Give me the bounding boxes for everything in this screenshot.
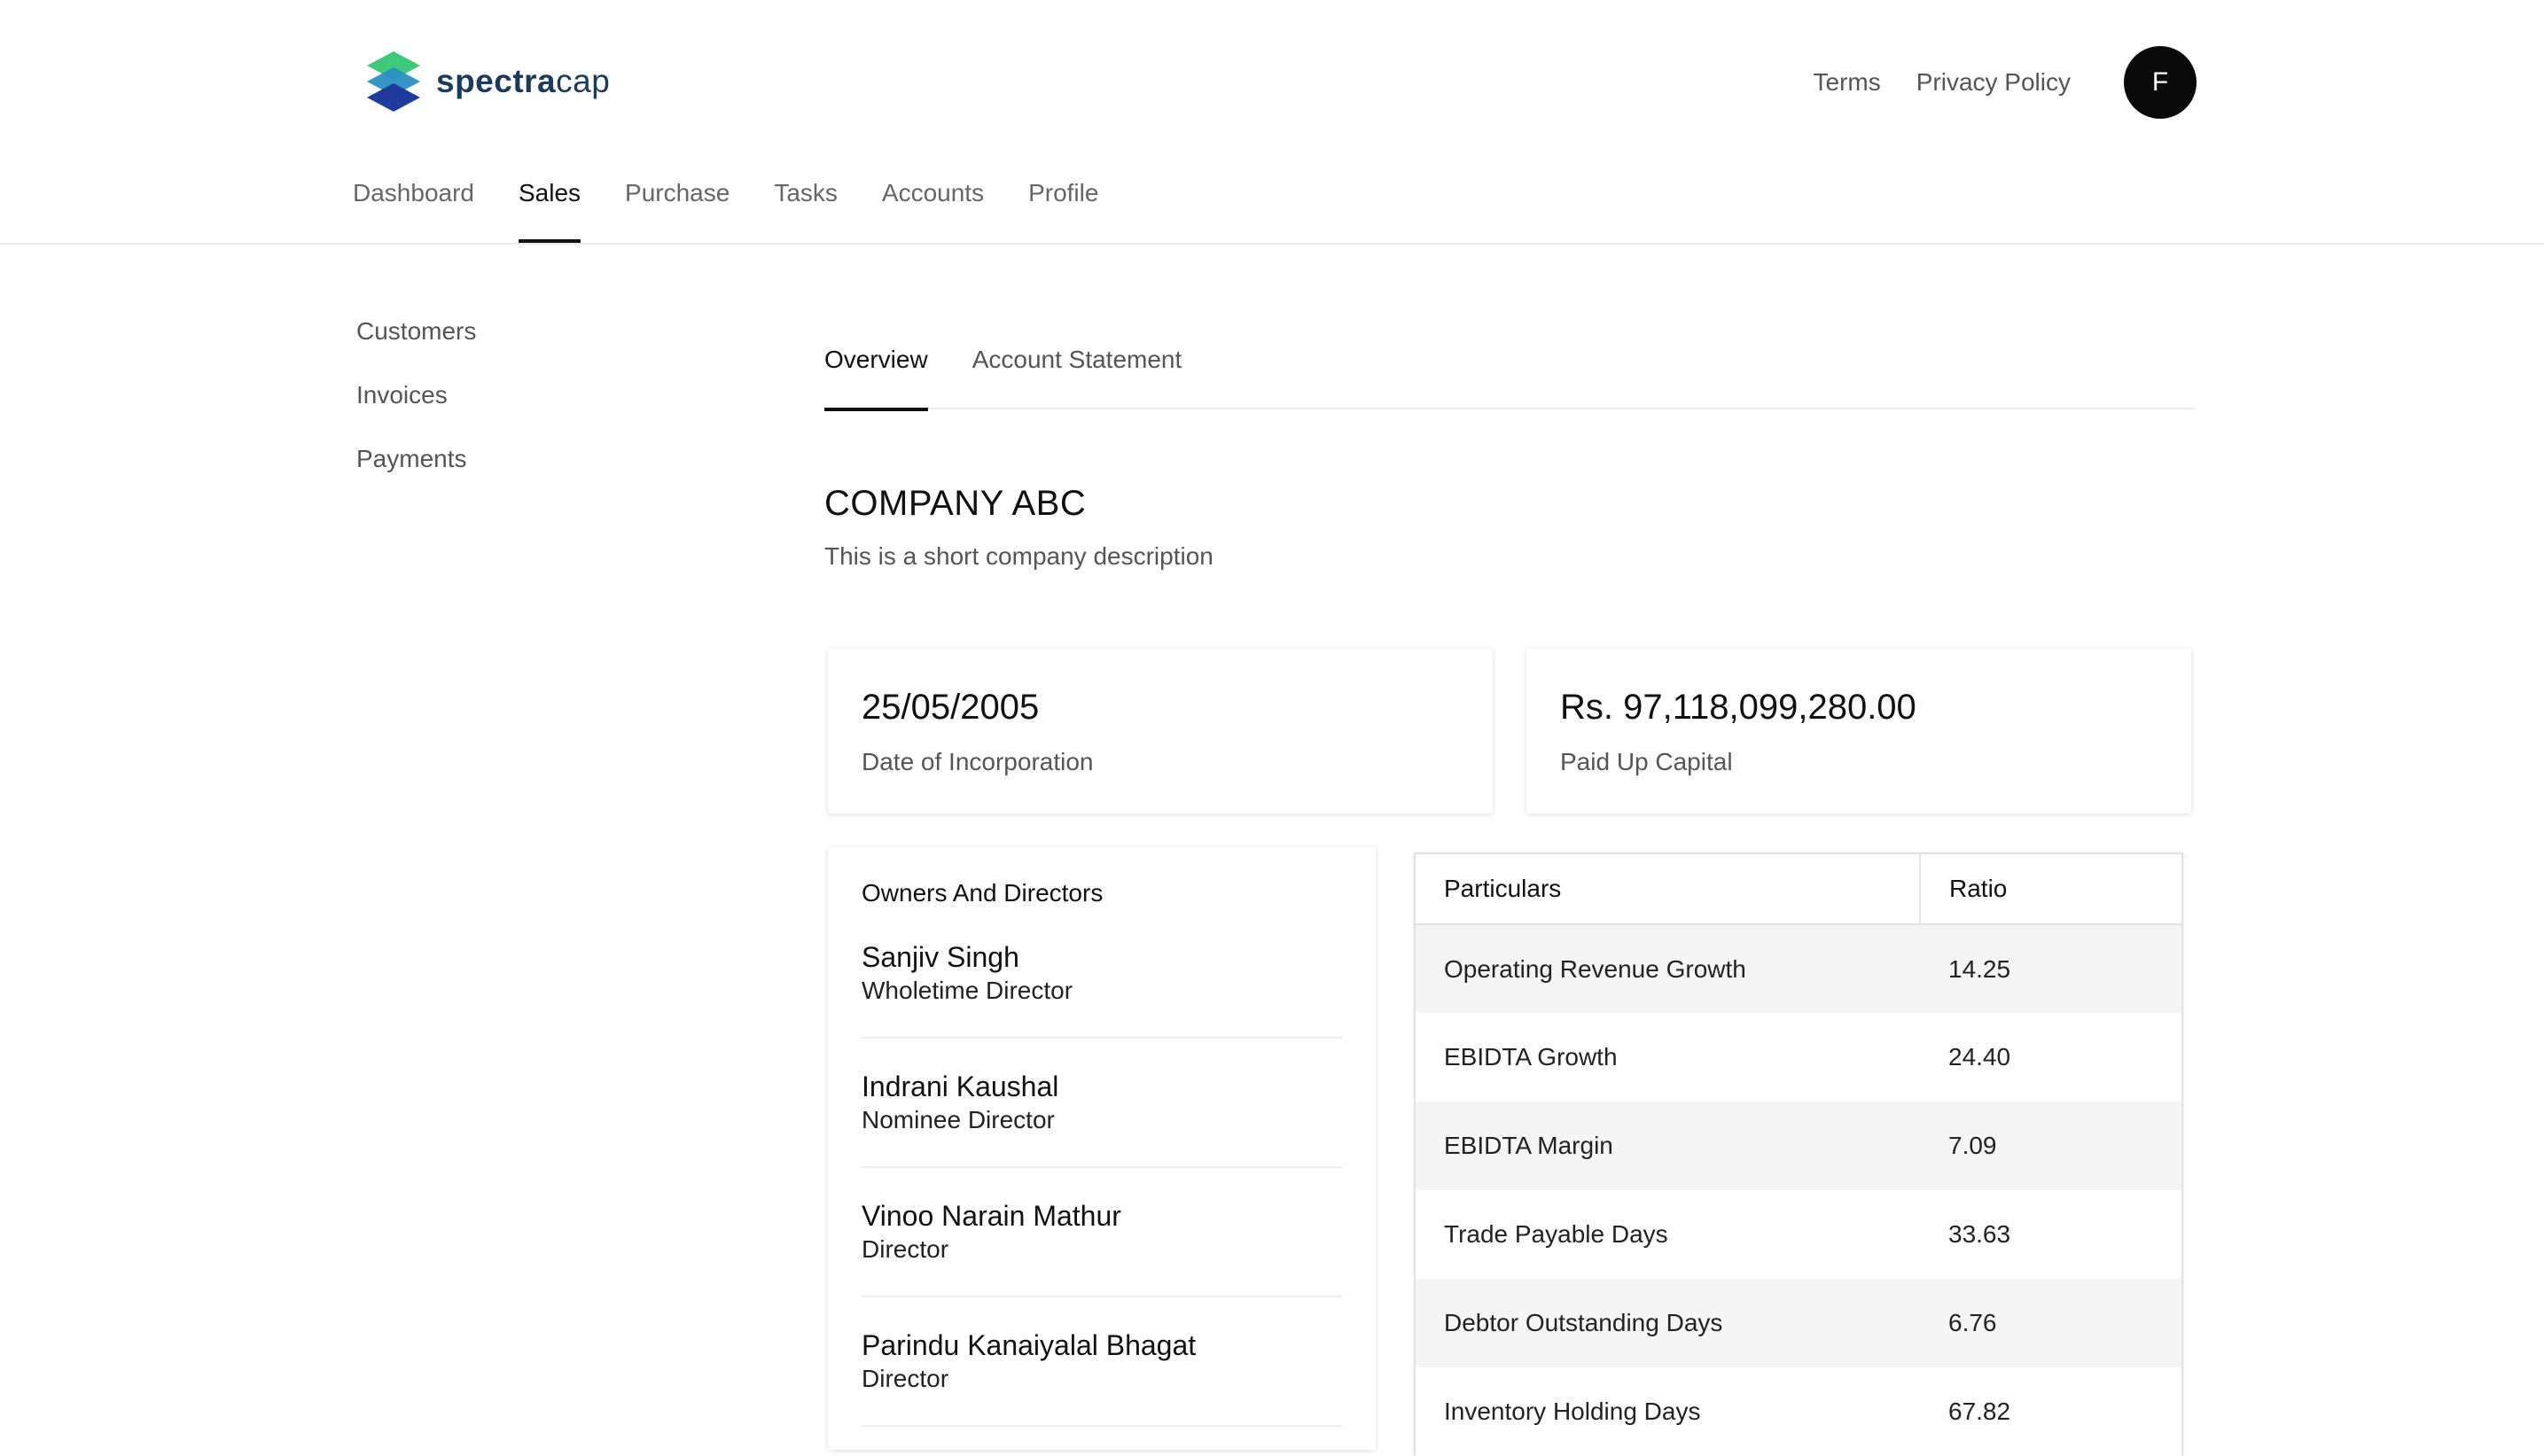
- paid-up-capital-label: Paid Up Capital: [1560, 748, 1733, 775]
- tab-overview[interactable]: Overview: [824, 346, 928, 411]
- ratio-cell: 24.40: [1920, 1013, 2182, 1102]
- column-header-ratio: Ratio: [1920, 853, 2182, 925]
- particular-cell: Inventory Holding Days: [1415, 1367, 1920, 1456]
- top-links: Terms Privacy Policy F: [1814, 46, 2197, 119]
- owner-name: Vinoo Narain Mathur: [862, 1200, 1121, 1232]
- owner-role: Wholetime Director: [862, 977, 1073, 1004]
- brand-logo[interactable]: spectracap: [363, 50, 610, 113]
- ratio-cell: 7.09: [1920, 1102, 2182, 1190]
- owners-directors-card: Owners And Directors Sanjiv Singh Wholet…: [828, 847, 1376, 1450]
- list-item: Indrani Kaushal Nominee Director: [862, 1069, 1342, 1168]
- owner-name: Sanjiv Singh: [862, 941, 1019, 973]
- brand-name: spectracap: [436, 63, 610, 100]
- sidebar-item-payments[interactable]: Payments: [356, 445, 476, 473]
- tab-account-statement[interactable]: Account Statement: [972, 346, 1182, 409]
- nav-accounts[interactable]: Accounts: [882, 179, 984, 243]
- list-item: Sanjiv Singh Wholetime Director: [862, 939, 1342, 1039]
- privacy-policy-link[interactable]: Privacy Policy: [1916, 68, 2071, 97]
- column-header-particulars: Particulars: [1415, 853, 1921, 925]
- terms-link[interactable]: Terms: [1814, 68, 1881, 97]
- ratio-cell: 67.82: [1920, 1367, 2182, 1456]
- particular-cell: Debtor Outstanding Days: [1415, 1279, 1920, 1367]
- particular-cell: EBIDTA Growth: [1415, 1013, 1920, 1102]
- table-row: Operating Revenue Growth 14.25: [1415, 924, 2182, 1013]
- company-name: COMPANY ABC: [824, 484, 1087, 523]
- owner-name: Indrani Kaushal: [862, 1071, 1059, 1102]
- owner-role: Nominee Director: [862, 1106, 1055, 1133]
- owner-name: Parindu Kanaiyalal Bhagat: [862, 1329, 1197, 1361]
- table-row: Trade Payable Days 33.63: [1415, 1190, 2182, 1279]
- paid-up-capital-value: Rs. 97,118,099,280.00: [1560, 688, 1916, 727]
- main-nav: Dashboard Sales Purchase Tasks Accounts …: [353, 179, 1143, 243]
- table-row: Debtor Outstanding Days 6.76: [1415, 1279, 2182, 1367]
- ratio-cell: 6.76: [1920, 1279, 2182, 1367]
- brand-name-regular: cap: [556, 63, 611, 99]
- sidebar: Customers Invoices Payments: [356, 317, 476, 509]
- company-description: This is a short company description: [824, 542, 1213, 570]
- paid-up-capital-card: Rs. 97,118,099,280.00 Paid Up Capital: [1526, 649, 2191, 814]
- sidebar-item-customers[interactable]: Customers: [356, 317, 476, 346]
- incorporation-date-value: 25/05/2005: [862, 688, 1040, 727]
- nav-sales[interactable]: Sales: [518, 179, 581, 243]
- list-item: Vinoo Narain Mathur Director: [862, 1198, 1342, 1297]
- ratio-cell: 33.63: [1920, 1190, 2182, 1279]
- user-avatar[interactable]: F: [2124, 46, 2197, 119]
- owner-role: Director: [862, 1235, 949, 1263]
- spectracap-logo-icon: [367, 51, 420, 112]
- content-tabs: Overview Account Statement: [824, 346, 2195, 411]
- ratio-cell: 14.25: [1920, 924, 2182, 1013]
- nav-tasks[interactable]: Tasks: [774, 179, 838, 243]
- ratios-table: Particulars Ratio Operating Revenue Grow…: [1414, 853, 2183, 1456]
- owners-title: Owners And Directors: [862, 879, 1104, 907]
- app-header: spectracap Terms Privacy Policy F Dashbo…: [0, 0, 2544, 245]
- table-row: EBIDTA Growth 24.40: [1415, 1013, 2182, 1102]
- sidebar-item-invoices[interactable]: Invoices: [356, 381, 476, 409]
- table-row: Inventory Holding Days 67.82: [1415, 1367, 2182, 1456]
- incorporation-date-card: 25/05/2005 Date of Incorporation: [828, 649, 1493, 814]
- particular-cell: Trade Payable Days: [1415, 1190, 1920, 1279]
- particular-cell: Operating Revenue Growth: [1415, 924, 1920, 1013]
- incorporation-date-label: Date of Incorporation: [862, 748, 1094, 775]
- nav-purchase[interactable]: Purchase: [625, 179, 730, 243]
- table-row: EBIDTA Margin 7.09: [1415, 1102, 2182, 1190]
- particular-cell: EBIDTA Margin: [1415, 1102, 1920, 1190]
- owner-role: Director: [862, 1365, 949, 1392]
- list-item: Parindu Kanaiyalal Bhagat Director: [862, 1328, 1342, 1427]
- nav-dashboard[interactable]: Dashboard: [353, 179, 474, 243]
- brand-name-bold: spectra: [436, 63, 557, 99]
- main-content: Overview Account Statement COMPANY ABC T…: [824, 346, 2195, 1456]
- nav-profile[interactable]: Profile: [1028, 179, 1098, 243]
- table-header-row: Particulars Ratio: [1415, 853, 2182, 925]
